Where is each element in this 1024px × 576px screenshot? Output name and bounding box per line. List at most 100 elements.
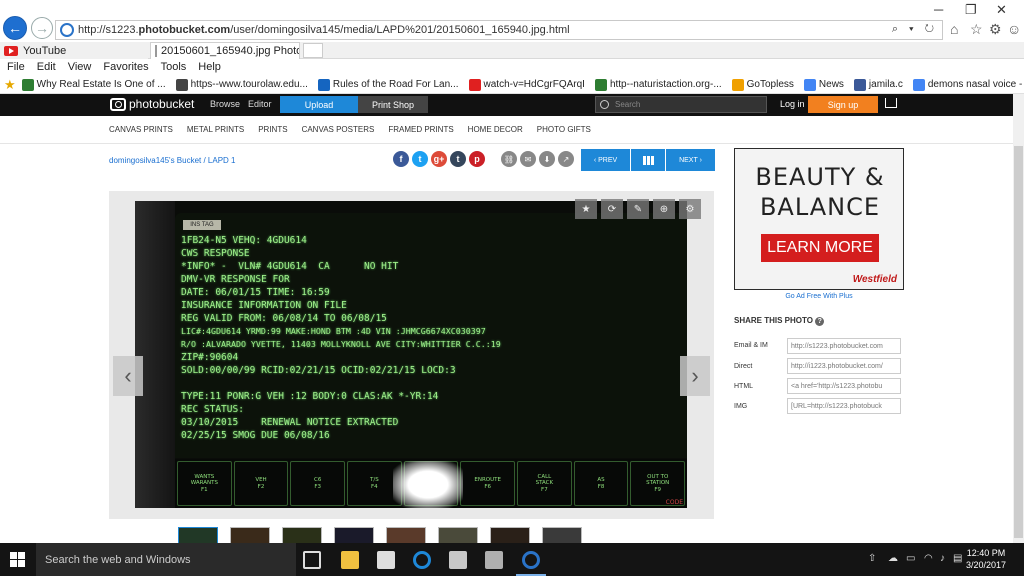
category-canvas-prints[interactable]: CANVAS PRINTS (109, 125, 173, 134)
download-icon[interactable]: ⬇ (539, 151, 555, 167)
email-icon[interactable]: ✉ (520, 151, 536, 167)
category-home-decor[interactable]: HOME DECOR (468, 125, 523, 134)
scroll-thumb[interactable] (1014, 146, 1023, 538)
share-img-field[interactable]: [URL=http://s1223.photobuck (787, 398, 901, 414)
nav-editor[interactable]: Editor (248, 99, 272, 109)
facebook-share-icon[interactable]: f (393, 151, 409, 167)
breadcrumb[interactable]: domingosilva145's Bucket / LAPD 1 (109, 156, 235, 165)
twitter-share-icon[interactable]: t (412, 151, 428, 167)
site-icon (21, 78, 34, 91)
url-text[interactable]: http://s1223.photobucket.com/user/doming… (78, 24, 570, 36)
favorites-star-icon[interactable]: ★ (4, 77, 16, 93)
favorite-link[interactable]: Why Real Estate Is One of ... (21, 78, 166, 91)
nav-browse[interactable]: Browse (210, 99, 240, 109)
windows-start-icon[interactable] (10, 552, 26, 568)
favorite-link[interactable]: Rules of the Road For Lan... (317, 78, 459, 91)
category-metal-prints[interactable]: METAL PRINTS (187, 125, 244, 134)
share-email-field[interactable]: http://s1223.photobucket.com (787, 338, 901, 354)
file-explorer-icon[interactable] (341, 551, 359, 569)
favorite-link[interactable]: jamila.c (853, 78, 903, 91)
help-icon[interactable]: ? (815, 317, 825, 326)
ad-free-link[interactable]: Go Ad Free With Plus (734, 293, 904, 300)
battery-icon[interactable]: ▭ (906, 553, 915, 564)
category-framed-prints[interactable]: FRAMED PRINTS (388, 125, 453, 134)
notification-icon[interactable]: ▤ (953, 553, 962, 564)
share-html-field[interactable]: <a href='http://s1223.photobu (787, 378, 901, 394)
paint-icon[interactable] (485, 551, 503, 569)
tab-youtube[interactable]: YouTube (0, 42, 148, 59)
favorite-link[interactable]: watch-v=HdCgrFQArqI (468, 78, 585, 91)
link-icon[interactable]: ⛓ (501, 151, 517, 167)
internet-explorer-icon[interactable] (522, 551, 540, 569)
category-photo-gifts[interactable]: PHOTO GIFTS (537, 125, 591, 134)
edit-icon[interactable]: ✎ (627, 199, 649, 219)
prev-button[interactable]: ‹ PREV (581, 149, 630, 171)
task-view-icon[interactable] (303, 551, 321, 569)
app-icon[interactable] (449, 551, 467, 569)
cart-icon[interactable] (885, 98, 897, 108)
favorite-link[interactable]: GoTopless (731, 78, 794, 91)
volume-icon[interactable]: ♪ (940, 553, 945, 564)
chevron-right-icon[interactable]: › (680, 356, 710, 396)
address-controls[interactable]: ⌕ ▾ ↻ (892, 23, 938, 36)
forward-button[interactable]: → (31, 17, 53, 39)
category-prints[interactable]: PRINTS (258, 125, 287, 134)
zoom-icon[interactable]: ⊕ (653, 199, 675, 219)
share-icon[interactable]: ↗ (558, 151, 574, 167)
terminal-line: SOLD:00/00/99 RCID:02/21/15 OCID:02/21/1… (181, 365, 456, 376)
back-button[interactable]: ← (3, 16, 27, 40)
smiley-icon[interactable]: ☺ (1007, 21, 1021, 37)
search-input[interactable]: Search (595, 96, 767, 113)
gear-icon[interactable]: ⚙ (989, 21, 1002, 38)
menu-file[interactable]: File (7, 61, 25, 73)
page-icon (155, 45, 157, 57)
taskbar-search-input[interactable]: Search the web and Windows (36, 543, 296, 576)
menu-help[interactable]: Help (198, 61, 221, 73)
address-bar[interactable]: http://s1223.photobucket.com/user/doming… (55, 20, 943, 40)
favorite-star-icon[interactable]: ★ (575, 199, 597, 219)
pinterest-share-icon[interactable]: p (469, 151, 485, 167)
vertical-scrollbar[interactable] (1013, 94, 1024, 543)
home-icon[interactable]: ⌂ (950, 21, 958, 37)
favorite-link[interactable]: https--www.tourolaw.edu... (175, 78, 308, 91)
login-link[interactable]: Log in (780, 99, 805, 109)
minimize-icon[interactable]: ─ (934, 2, 943, 17)
category-canvas-posters[interactable]: CANVAS POSTERS (302, 125, 375, 134)
tumblr-share-icon[interactable]: t (450, 151, 466, 167)
onedrive-icon[interactable]: ☁ (888, 553, 898, 564)
people-icon[interactable]: ⇧ (868, 553, 876, 564)
system-clock[interactable]: 12:40 PM 3/20/2017 (966, 547, 1006, 571)
terminal-line: REG VALID FROM: 06/08/14 TO 06/08/15 (181, 313, 387, 324)
wifi-icon[interactable]: ◠ (924, 553, 933, 564)
share-direct-field[interactable]: http://i1223.photobucket.com/ (787, 358, 901, 374)
grid-view-button[interactable] (631, 149, 665, 171)
upload-button[interactable]: Upload (280, 96, 358, 113)
new-tab-button[interactable] (303, 43, 323, 58)
signup-button[interactable]: Sign up (808, 96, 878, 113)
chevron-left-icon[interactable]: ‹ (113, 356, 143, 396)
menu-tools[interactable]: Tools (161, 61, 187, 73)
close-icon[interactable]: ✕ (996, 2, 1007, 18)
photobucket-logo[interactable]: photobucket (110, 97, 194, 111)
ad-learn-more-button[interactable]: LEARN MORE (761, 234, 879, 262)
rotate-icon[interactable]: ⟳ (601, 199, 623, 219)
edge-icon[interactable] (413, 551, 431, 569)
advertisement[interactable]: BEAUTY & BALANCE LEARN MORE Westfield (734, 148, 904, 290)
print-shop-button[interactable]: Print Shop (358, 96, 428, 113)
star-icon[interactable]: ☆ (970, 21, 983, 38)
fkey-f7: CALL STACK F7 (517, 461, 572, 506)
tab-photo[interactable]: 20150601_165940.jpg Photo ... ✕ (150, 42, 300, 59)
next-button[interactable]: NEXT › (666, 149, 715, 171)
favorite-link[interactable]: News (803, 78, 844, 91)
menu-edit[interactable]: Edit (37, 61, 56, 73)
photo-image[interactable]: INS TAG 1FB24-N5 VEHQ: 4GDU614 CWS RESPO… (135, 201, 687, 508)
menu-view[interactable]: View (68, 61, 92, 73)
settings-icon[interactable]: ⚙ (679, 199, 701, 219)
terminal-line: LIC#:4GDU614 YRMD:99 MAKE:HOND BTM :4D V… (181, 326, 486, 336)
google-plus-share-icon[interactable]: g+ (431, 151, 447, 167)
favorite-link[interactable]: http--naturistaction.org-... (594, 78, 722, 91)
restore-icon[interactable]: ❐ (965, 2, 977, 18)
store-icon[interactable] (377, 551, 395, 569)
favorite-link[interactable]: demons nasal voice - Goo... (912, 78, 1024, 91)
menu-favorites[interactable]: Favorites (103, 61, 148, 73)
